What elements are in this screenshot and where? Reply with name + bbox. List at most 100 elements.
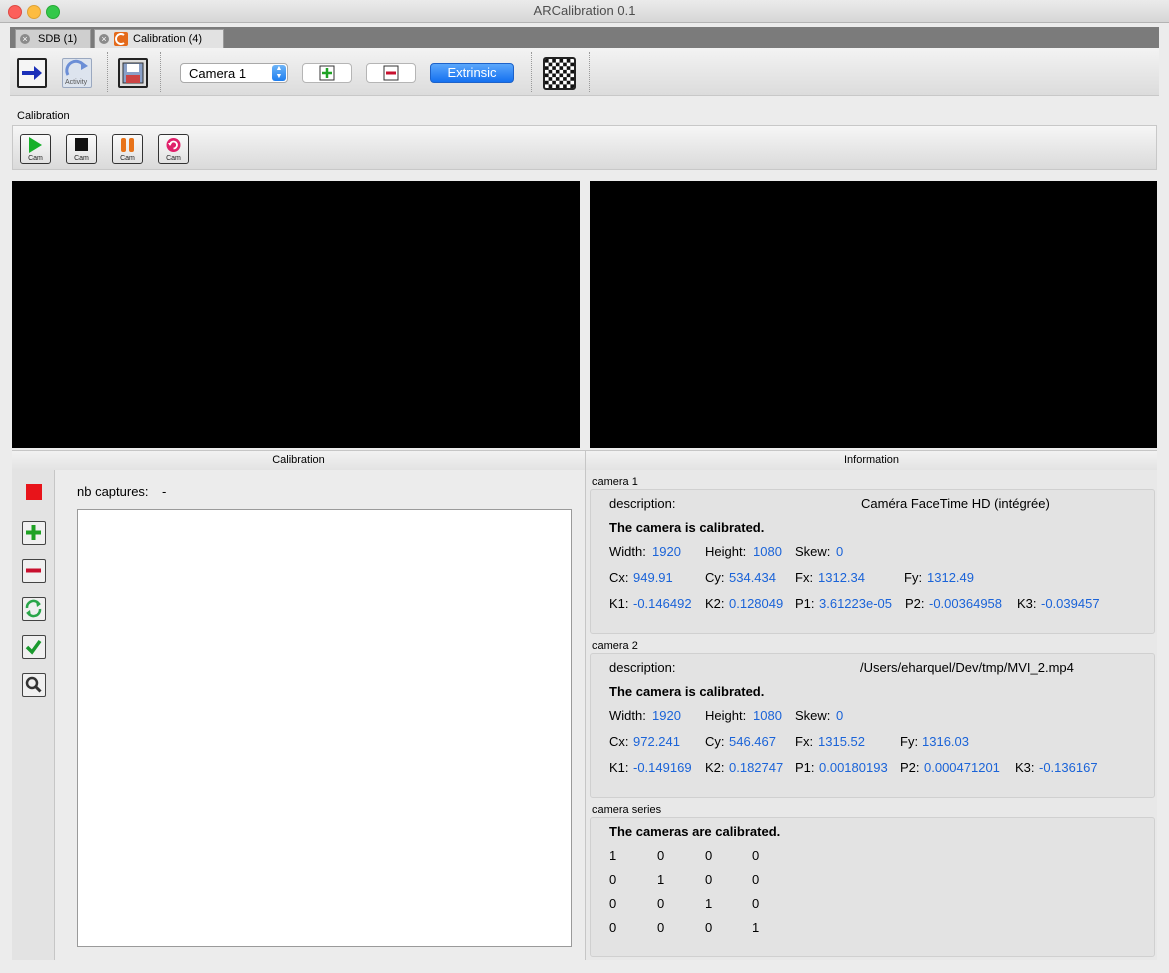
tab-strip: × SDB (1) × Calibration (4) [10, 27, 1159, 48]
remove-icon [26, 568, 41, 573]
tab-label: Calibration (4) [133, 33, 203, 45]
matrix-cell: 0 [705, 872, 713, 887]
camera1-skew: 0 [836, 544, 844, 559]
camera-view-right[interactable] [590, 181, 1157, 448]
toolbar-separator [589, 52, 590, 92]
matrix-cell: 1 [705, 896, 713, 911]
tab-calibration[interactable]: × Calibration (4) [94, 29, 224, 48]
tab-sdb[interactable]: × SDB (1) [15, 29, 91, 48]
fx-label: Fx: [795, 734, 814, 749]
restart-camera-button[interactable]: Cam [158, 134, 189, 164]
activity-button[interactable]: Activity [62, 58, 92, 88]
camera2-p2: 0.000471201 [924, 760, 1000, 775]
description-label: description: [609, 496, 676, 511]
checkerboard-icon [545, 59, 574, 88]
save-icon [122, 62, 144, 84]
camera2-fy: 1316.03 [922, 734, 969, 749]
matrix-cell: 0 [657, 896, 665, 911]
p2-label: P2: [900, 760, 920, 775]
k3-label: K3: [1017, 596, 1037, 611]
camera1-cy: 534.434 [729, 570, 776, 585]
remove-camera-button[interactable] [366, 63, 416, 83]
camera2-k3: -0.136167 [1039, 760, 1098, 775]
camera1-p2: -0.00364958 [929, 596, 1003, 611]
remove-icon [383, 65, 399, 81]
matrix-cell: 0 [752, 872, 760, 887]
checkerboard-button[interactable] [543, 57, 576, 90]
save-button[interactable] [118, 58, 148, 88]
calibration-panel-header: Calibration [12, 450, 585, 471]
remove-capture-button[interactable] [22, 559, 46, 583]
matrix-cell: 0 [609, 896, 617, 911]
chevron-up-down-icon: ▲ ▼ [272, 65, 286, 81]
captures-list[interactable] [77, 509, 572, 947]
camera-view-left[interactable] [12, 181, 580, 448]
pause-camera-button[interactable]: Cam [112, 134, 143, 164]
toolbar-separator [107, 52, 108, 92]
fx-label: Fx: [795, 570, 814, 585]
cx-label: Cx: [609, 570, 629, 585]
cam-label: Cam [166, 155, 181, 162]
arrow-right-icon [22, 66, 42, 80]
matrix-cell: 0 [752, 848, 760, 863]
nb-captures-value: - [162, 484, 167, 499]
cx-label: Cx: [609, 734, 629, 749]
calibration-toolbar: Cam Cam Cam Cam [12, 125, 1157, 170]
check-icon [25, 639, 42, 655]
camera1-k3: -0.039457 [1041, 596, 1100, 611]
extrinsic-button[interactable]: Extrinsic [430, 63, 514, 83]
cam-label: Cam [120, 155, 135, 162]
matrix-cell: 0 [752, 896, 760, 911]
add-capture-button[interactable] [22, 521, 46, 545]
matrix-cell: 1 [752, 920, 760, 935]
matrix-cell: 1 [657, 872, 665, 887]
close-icon[interactable]: × [20, 34, 30, 44]
search-button[interactable] [22, 673, 46, 697]
matrix-cell: 0 [609, 920, 617, 935]
camera-select[interactable]: Camera 1 ▲ ▼ [180, 63, 288, 83]
add-icon [319, 65, 335, 81]
k1-label: K1: [609, 596, 629, 611]
p1-label: P1: [795, 596, 815, 611]
start-camera-button[interactable]: Cam [20, 134, 51, 164]
stop-camera-button[interactable]: Cam [66, 134, 97, 164]
k2-label: K2: [705, 760, 725, 775]
calibration-app-icon [114, 32, 128, 46]
camera2-skew: 0 [836, 708, 844, 723]
fy-label: Fy: [900, 734, 919, 749]
fy-label: Fy: [904, 570, 923, 585]
close-icon[interactable]: × [99, 34, 109, 44]
cam-label: Cam [28, 155, 43, 162]
camera1-fx: 1312.34 [818, 570, 865, 585]
record-button[interactable] [26, 484, 42, 500]
activity-icon [65, 59, 88, 76]
toolbar-separator [160, 52, 161, 92]
matrix-cell: 1 [609, 848, 617, 863]
description-label: description: [609, 660, 676, 675]
camera2-fx: 1315.52 [818, 734, 865, 749]
calibration-group-label: Calibration [17, 110, 70, 122]
series-group-title: camera series [592, 804, 662, 816]
refresh-button[interactable] [22, 597, 46, 621]
camera2-height: 1080 [753, 708, 782, 723]
k3-label: K3: [1015, 760, 1035, 775]
camera1-description: Caméra FaceTime HD (intégrée) [861, 496, 1050, 511]
title-bar: ARCalibration 0.1 [0, 0, 1169, 23]
play-icon [29, 137, 42, 153]
camera2-group-title: camera 2 [592, 640, 638, 652]
camera2-k1: -0.149169 [633, 760, 692, 775]
cy-label: Cy: [705, 570, 725, 585]
height-label: Height: [705, 544, 747, 559]
validate-button[interactable] [22, 635, 46, 659]
cy-label: Cy: [705, 734, 725, 749]
window-title: ARCalibration 0.1 [533, 3, 636, 18]
run-button[interactable] [17, 58, 47, 88]
camera2-k2: 0.182747 [729, 760, 784, 775]
camera1-height: 1080 [753, 544, 782, 559]
add-camera-button[interactable] [302, 63, 352, 83]
p1-label: P1: [795, 760, 815, 775]
camera2-cy: 546.467 [729, 734, 776, 749]
cam-label: Cam [74, 155, 89, 162]
camera1-k2: 0.128049 [729, 596, 784, 611]
camera1-cx: 949.91 [633, 570, 673, 585]
